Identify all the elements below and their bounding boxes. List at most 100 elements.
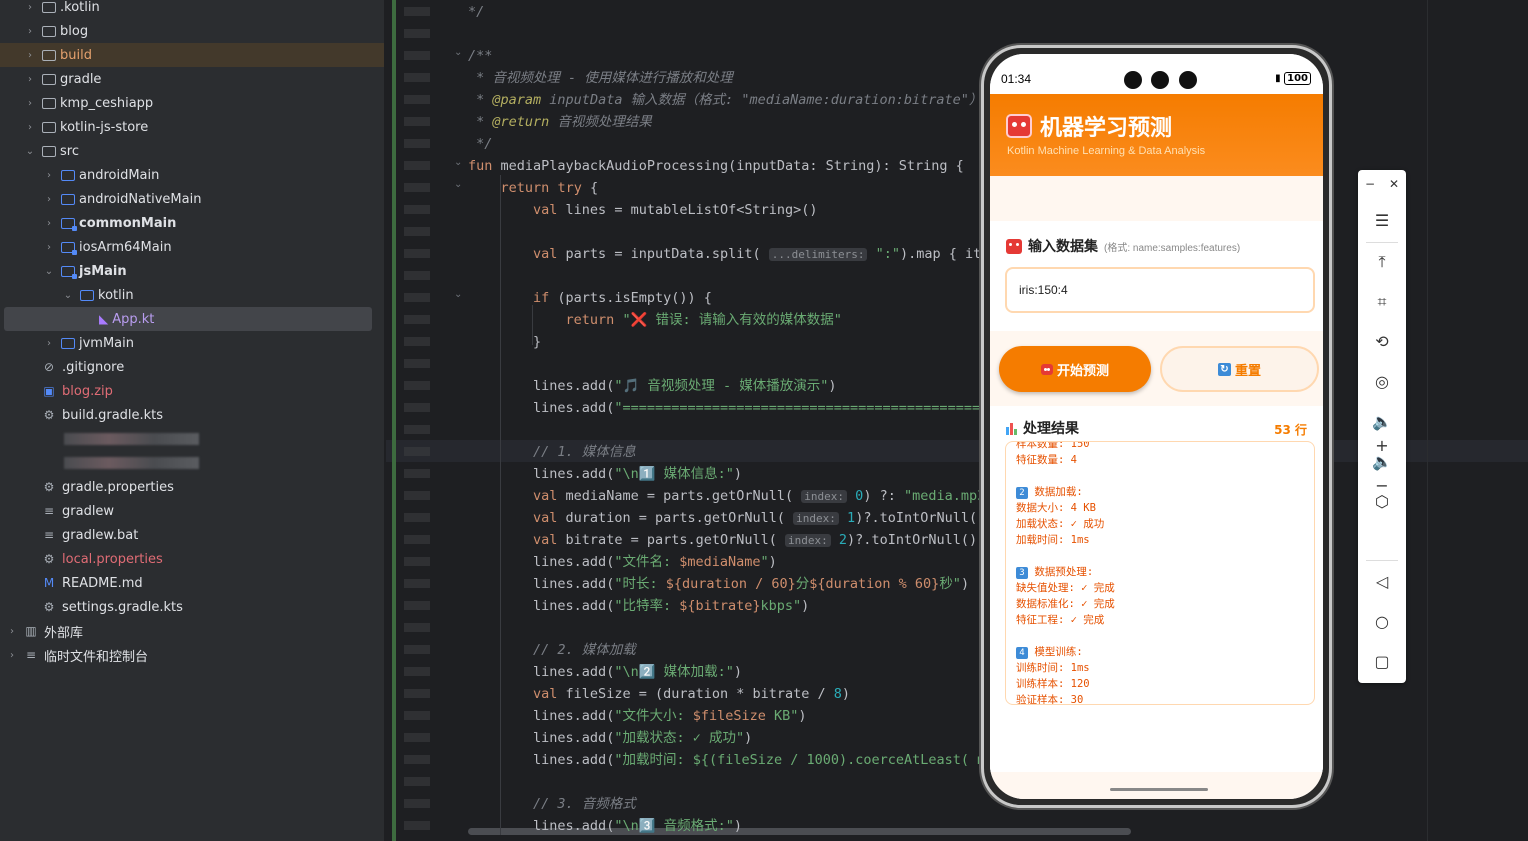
tree-item[interactable]: ⌄ src	[0, 139, 384, 163]
code-line[interactable]: val bitrate = parts.getOrNull( index: 2)…	[468, 529, 1001, 551]
code-line[interactable]: val mediaName = parts.getOrNull( index: …	[468, 485, 993, 507]
chevron-down-icon[interactable]: ⌄	[24, 145, 36, 157]
tree-item[interactable]: M README.md	[0, 571, 384, 595]
dataset-input[interactable]: iris:150:4	[1005, 267, 1315, 313]
code-line[interactable]: */	[468, 133, 492, 155]
tree-item[interactable]: ≡ gradlew.bat	[0, 523, 384, 547]
close-button[interactable]: ✕	[1382, 172, 1406, 196]
tree-item[interactable]: › ▥ 外部库	[0, 619, 384, 643]
code-line[interactable]: }	[468, 331, 541, 353]
chevron-right-icon[interactable]: ›	[43, 241, 55, 253]
code-line[interactable]: val duration = parts.getOrNull( index: 1…	[468, 507, 1001, 529]
code-line[interactable]: lines.add("🎵 音视频处理 - 媒体播放演示")	[468, 375, 837, 397]
tree-item[interactable]: ▣ blog.zip	[0, 379, 384, 403]
tree-item[interactable]: › kotlin-js-store	[0, 115, 384, 139]
tree-item[interactable]: › androidNativeMain	[0, 187, 384, 211]
tree-item[interactable]: › blog	[0, 19, 384, 43]
home-icon[interactable]: ○	[1370, 610, 1394, 634]
chevron-right-icon[interactable]: ›	[24, 25, 36, 37]
code-line[interactable]: * @param inputData 输入数据（格式: "mediaName:d…	[468, 89, 982, 111]
code-line[interactable]: lines.add("\n2️⃣ 媒体加载:")	[468, 661, 742, 683]
pin-top-icon[interactable]: ⤒	[1370, 250, 1394, 274]
tree-item[interactable]: ⌄ jsMain	[0, 259, 384, 283]
tree-item[interactable]: › kmp_ceshiapp	[0, 91, 384, 115]
chevron-right-icon[interactable]: ›	[6, 625, 18, 637]
chevron-down-icon[interactable]: ⌄	[62, 289, 74, 301]
fold-icon[interactable]: ⌄	[454, 179, 462, 190]
start-predict-button[interactable]: 开始预测	[999, 346, 1151, 392]
code-line[interactable]: return try {	[468, 177, 599, 199]
tree-item[interactable]: ⚙ settings.gradle.kts	[0, 595, 384, 619]
code-line[interactable]: lines.add("\n1️⃣ 媒体信息:")	[468, 463, 742, 485]
code-line[interactable]: lines.add("文件名: $mediaName")	[468, 551, 777, 573]
fold-icon[interactable]: ⌄	[454, 157, 462, 168]
code-line[interactable]: if (parts.isEmpty()) {	[468, 287, 712, 309]
result-line: 数据大小: 4 KB	[1016, 502, 1096, 514]
tree-item[interactable]: › gradle	[0, 67, 384, 91]
code-line[interactable]: /**	[468, 45, 492, 67]
reset-button[interactable]: ↻ 重置	[1160, 346, 1319, 392]
chevron-right-icon[interactable]: ›	[43, 169, 55, 181]
code-line[interactable]: lines.add("时长: ${duration / 60}分${durati…	[468, 573, 969, 595]
code-line[interactable]: return "❌ 错误: 请输入有效的媒体数据"	[468, 309, 842, 331]
tree-item[interactable]	[0, 451, 384, 475]
chevron-right-icon[interactable]: ›	[24, 49, 36, 61]
code-line[interactable]: val fileSize = (duration * bitrate / 8)	[468, 683, 850, 705]
tree-item[interactable]: › .kotlin	[0, 0, 384, 19]
code-line[interactable]: lines.add("加载时间: ${(fileSize / 1000).coe…	[468, 749, 993, 771]
tree-item[interactable]: › commonMain	[0, 211, 384, 235]
tree-item[interactable]	[0, 427, 384, 451]
result-output[interactable]: 样本数量: 150 特征数量: 4 2 数据加载: 数据大小: 4 KB 加载状态: ✓…	[1005, 441, 1315, 705]
chevron-right-icon[interactable]: ›	[43, 193, 55, 205]
code-line[interactable]: // 1. 媒体信息	[468, 441, 636, 463]
minimize-button[interactable]: −	[1358, 172, 1382, 196]
tree-item[interactable]: ◣ App.kt	[4, 307, 372, 331]
tree-item[interactable]: ⊘ .gitignore	[0, 355, 384, 379]
tree-item[interactable]: › build	[0, 43, 384, 67]
crop-icon[interactable]: ⌗	[1370, 290, 1394, 314]
fold-icon[interactable]: ⬡	[1370, 490, 1394, 514]
tree-item[interactable]: ⚙ local.properties	[0, 547, 384, 571]
tree-item[interactable]: ⚙ gradle.properties	[0, 475, 384, 499]
chevron-right-icon[interactable]: ›	[24, 121, 36, 133]
code-line[interactable]: lines.add("=============================…	[468, 397, 1013, 419]
tree-item[interactable]: › androidMain	[0, 163, 384, 187]
tree-item[interactable]: ⚙ build.gradle.kts	[0, 403, 384, 427]
code-line[interactable]: lines.add("文件大小: $fileSize KB")	[468, 705, 807, 727]
tree-item[interactable]: › iosArm64Main	[0, 235, 384, 259]
chevron-right-icon[interactable]: ›	[24, 73, 36, 85]
rotate-icon[interactable]: ⟲	[1370, 330, 1394, 354]
code-line[interactable]: * @return 音视频处理结果	[468, 111, 652, 133]
chevron-right-icon[interactable]: ›	[6, 649, 18, 661]
code-line[interactable]: */	[468, 1, 484, 23]
code-line[interactable]: * 音视频处理 - 使用媒体进行播放和处理	[468, 67, 733, 89]
code-line[interactable]: val lines = mutableListOf<String>()	[468, 199, 818, 221]
menu-icon[interactable]: ☰	[1370, 209, 1394, 233]
chevron-right-icon[interactable]: ›	[43, 217, 55, 229]
tree-item[interactable]: › jvmMain	[0, 331, 384, 355]
screenshot-icon[interactable]: ◎	[1370, 370, 1394, 394]
volume-up-icon[interactable]: 🔈+	[1370, 410, 1394, 455]
code-line[interactable]: fun mediaPlaybackAudioProcessing(inputDa…	[468, 155, 994, 177]
tree-item[interactable]: ⌄ kotlin	[0, 283, 384, 307]
phone-screen[interactable]: 01:34 ▮ 100 机器学习预测 Kotlin Machine Learni…	[990, 54, 1323, 799]
tree-item[interactable]: ≡ gradlew	[0, 499, 384, 523]
chevron-down-icon[interactable]: ⌄	[43, 265, 55, 277]
fold-icon[interactable]: ⌄	[454, 289, 462, 300]
code-line[interactable]: lines.add("加载状态: ✓ 成功")	[468, 727, 752, 749]
volume-down-icon[interactable]: 🔈−	[1370, 450, 1394, 495]
code-line[interactable]: val parts = inputData.split( ...delimite…	[468, 243, 1022, 265]
code-editor[interactable]: */ /** * 音视频处理 - 使用媒体进行播放和处理 * @param inp…	[386, 0, 1528, 841]
tree-item[interactable]: › ≡ 临时文件和控制台	[0, 643, 384, 667]
back-icon[interactable]: ◁	[1370, 570, 1394, 594]
code-line[interactable]: lines.add("\n3️⃣ 音频格式:")	[468, 815, 742, 837]
gesture-bar[interactable]	[1110, 788, 1208, 791]
chevron-right-icon[interactable]: ›	[43, 337, 55, 349]
code-line[interactable]: // 2. 媒体加载	[468, 639, 636, 661]
overview-icon[interactable]: ▢	[1370, 650, 1394, 674]
chevron-right-icon[interactable]: ›	[24, 97, 36, 109]
code-line[interactable]: // 3. 音频格式	[468, 793, 636, 815]
code-line[interactable]: lines.add("比特率: ${bitrate}kbps")	[468, 595, 809, 617]
chevron-right-icon[interactable]: ›	[24, 1, 36, 13]
fold-icon[interactable]: ⌄	[454, 47, 462, 58]
